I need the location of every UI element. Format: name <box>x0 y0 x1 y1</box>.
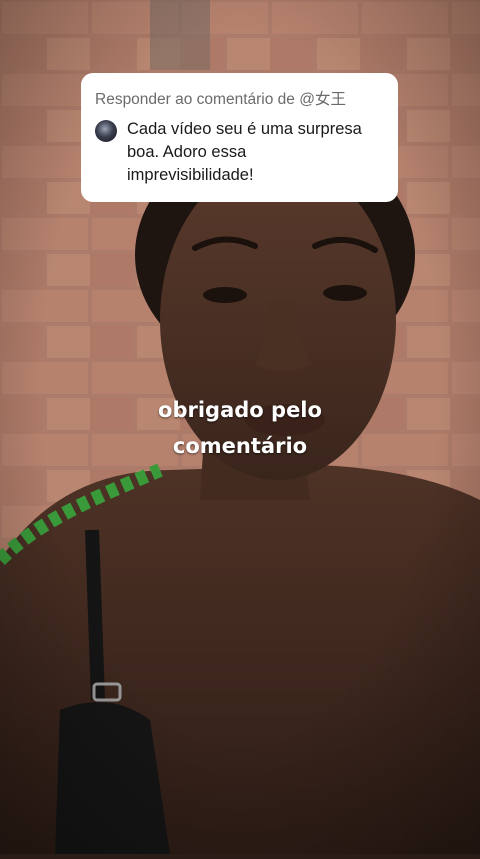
user-avatar-icon <box>95 120 117 142</box>
quoted-comment-text: Cada vídeo seu é uma surpresa boa. Adoro… <box>127 120 362 184</box>
caption-line-2: comentário <box>172 434 308 458</box>
reply-comment-card[interactable]: Responder ao comentário de @女王 Cada víde… <box>81 73 398 202</box>
reply-card-body: Cada vídeo seu é uma surpresa boa. Adoro… <box>95 118 384 187</box>
reply-card-header: Responder ao comentário de @女王 <box>95 91 346 108</box>
caption-line-1: obrigado pelo <box>158 398 322 422</box>
video-caption: obrigado pelo comentário <box>0 392 480 464</box>
